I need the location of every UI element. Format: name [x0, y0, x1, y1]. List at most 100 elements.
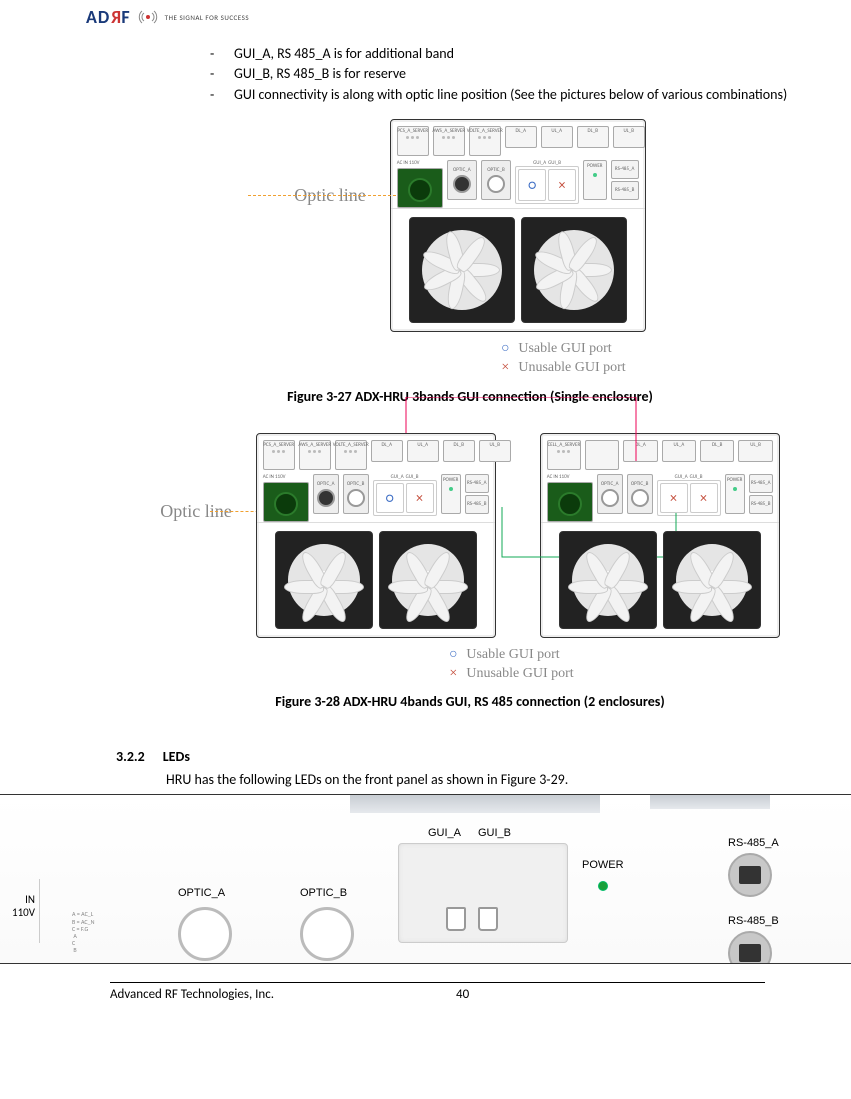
slot-ul-a: UL_A [541, 126, 573, 148]
rs485-a-port [728, 853, 772, 897]
slot-volte-server: VOLTE_A_SERVER [335, 440, 367, 470]
optic-b-connector [300, 907, 354, 961]
usable-symbol: ○ [498, 340, 512, 359]
fan-right [521, 217, 627, 323]
slot-dl-b: DL_B [577, 126, 609, 148]
gui-a-label: GUI_A [533, 160, 546, 166]
rs485-b-label: RS-485_B [728, 915, 779, 927]
slot-dl-a: DL_A [505, 126, 537, 148]
power-indicator: POWER [725, 474, 745, 514]
logo-pre: AD [86, 6, 110, 28]
signal-icon [137, 8, 159, 26]
optic-b-port: OPTIC_B [481, 160, 511, 200]
optic-a-connector [178, 907, 232, 961]
bullet-text: GUI_B, RS 485_B is for reserve [234, 64, 406, 84]
bullet-item: GUI_A, RS 485_A is for additional band [210, 44, 851, 64]
device-enclosure-1: PCS_A_SERVER AWS_A_SERVER VOLTE_A_SERVER… [256, 433, 496, 638]
slot-ul-a: UL_A [407, 440, 439, 462]
ac-in-port [547, 482, 593, 522]
optic-b-port: OPTIC_B [343, 474, 369, 514]
logo-post: F [121, 6, 130, 28]
page-header: ADRF THE SIGNAL FOR SUCCESS [0, 0, 851, 34]
slot-ul-a: UL_A [662, 440, 696, 462]
unusable-icon: × [559, 176, 566, 193]
slot-ul-b: UL_B [738, 440, 772, 462]
rs485-a-port: RS-485_A [749, 474, 773, 493]
legend: ○ Usable GUI port × Unusable GUI port [446, 646, 573, 684]
footer-company: Advanced RF Technologies, Inc. [110, 987, 410, 1002]
fan-right [379, 531, 477, 629]
legend: ○Usable GUI port ×Unusable GUI port [498, 340, 625, 378]
optic-a-port: OPTIC_A [313, 474, 339, 514]
fan-left [409, 217, 515, 323]
unusable-symbol: × [446, 665, 460, 684]
ac-in-label: AC IN 110V [397, 160, 443, 166]
gui-b-label: GUI_B [478, 827, 511, 839]
tagline: THE SIGNAL FOR SUCCESS [165, 13, 249, 22]
figure-3-27: Optic line PCS_A_SERVER AWS_A_SERVER VOL… [110, 119, 830, 415]
gui-a-port: ○ [376, 483, 404, 513]
ac-pinout-text: A = AC_L B = AC_N C = F.G A C B [72, 911, 94, 954]
legend-unusable-text: Unusable GUI port [466, 665, 573, 684]
section-intro: HRU has the following LEDs on the front … [166, 771, 851, 788]
gui-b-label: GUI_B [548, 160, 561, 166]
logo-r: R [110, 6, 121, 28]
slot-ul-b: UL_B [613, 126, 645, 148]
usable-symbol: ○ [446, 646, 460, 665]
bullet-text: GUI connectivity is along with optic lin… [234, 85, 787, 105]
bullet-list: GUI_A, RS 485_A is for additional band G… [210, 44, 851, 105]
slot-cell-server: CELL_A_SERVER [547, 440, 581, 470]
legend-usable-text: Usable GUI port [466, 646, 559, 665]
ac-in-label: AC IN 110V [547, 474, 593, 480]
optic-a-port: OPTIC_A [597, 474, 623, 514]
slot-dl-b: DL_B [443, 440, 475, 462]
bullet-item: GUI connectivity is along with optic lin… [210, 85, 851, 105]
fan-right [663, 531, 761, 629]
rs485-a-label: RS-485_A [728, 837, 779, 849]
rs485-b-port [728, 931, 772, 964]
slot-dl-a: DL_A [371, 440, 403, 462]
optic-a-port: OPTIC_A [447, 160, 477, 200]
device-enclosure-2: CELL_A_SERVER DL_A UL_A DL_B UL_B AC IN … [540, 433, 780, 638]
gui-b-port [478, 907, 498, 931]
footer-page: 40 [456, 987, 469, 1002]
slot-pcs-server: PCS_A_SERVER [397, 126, 429, 156]
section-heading: 3.2.2 LEDs [116, 748, 851, 765]
rs485-b-port: RS-485_B [611, 181, 639, 200]
logo-text: ADRF [86, 6, 131, 28]
optic-b-label: OPTIC_B [300, 887, 347, 899]
device-enclosure: PCS_A_SERVER AWS_A_SERVER VOLTE_A_SERVER… [390, 119, 646, 332]
power-label: POWER [582, 859, 624, 871]
rs485-b-port: RS-485_B [749, 495, 773, 514]
power-indicator: POWER [583, 160, 607, 200]
footer: Advanced RF Technologies, Inc. 40 [0, 983, 851, 1002]
devices-dual-wrap: PCS_A_SERVER AWS_A_SERVER VOLTE_A_SERVER… [256, 433, 780, 638]
gui-b-port: × [548, 169, 576, 201]
gui-a-port: ○ [518, 169, 546, 201]
rs485-a-port: RS-485_A [465, 474, 489, 493]
front-panel-diagram: IN 110V A = AC_L B = AC_N C = F.G A C B … [0, 794, 851, 964]
rs485-b-port: RS-485_B [465, 495, 489, 514]
slot-aws-server: AWS_A_SERVER [433, 126, 465, 156]
power-indicator: POWER [441, 474, 461, 514]
gui-a-label: GUI_A [428, 827, 461, 839]
slot-blank [585, 440, 619, 470]
section-title: LEDs [163, 748, 190, 765]
power-led [598, 881, 608, 891]
bullet-text: GUI_A, RS 485_A is for additional band [234, 44, 454, 64]
optic-b-port: OPTIC_B [627, 474, 653, 514]
rs485-a-port: RS-485_A [611, 160, 639, 179]
gui-a-port: × [660, 483, 688, 513]
slot-dl-a: DL_A [623, 440, 657, 462]
gui-b-port: × [690, 483, 718, 513]
slot-pcs-server: PCS_A_SERVER [263, 440, 295, 470]
section-number: 3.2.2 [116, 748, 145, 765]
figure-caption: Figure 3-27 ADX-HRU 3bands GUI connectio… [110, 388, 830, 405]
in-110v-label: IN 110V [0, 879, 40, 943]
gui-b-port: × [406, 483, 434, 513]
figure-caption: Figure 3-28 ADX-HRU 4bands GUI, RS 485 c… [110, 693, 830, 710]
slot-aws-server: AWS_A_SERVER [299, 440, 331, 470]
figure-3-28: Optic line PCS_A_SERVER AWS_A_SERVER [110, 433, 830, 721]
bullet-item: GUI_B, RS 485_B is for reserve [210, 64, 851, 84]
ac-in-label: AC IN 110V [263, 474, 309, 480]
